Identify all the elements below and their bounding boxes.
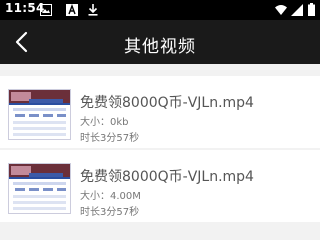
gallery-icon — [40, 4, 52, 16]
video-size-value: 0kb — [110, 117, 129, 128]
text-a-icon — [66, 4, 78, 16]
video-size-label: 大小： — [80, 117, 110, 128]
video-size-label: 大小： — [80, 191, 110, 202]
video-list-item[interactable]: 免费领8000Q币-VJLn.mp4 大小：4.00M 时长3分57秒 — [0, 150, 320, 222]
download-icon — [88, 4, 98, 16]
video-title: 免费领8000Q币-VJLn.mp4 — [80, 169, 254, 185]
video-size-value: 4.00M — [110, 191, 141, 202]
page-title: 其他视频 — [124, 37, 196, 57]
video-title: 免费领8000Q币-VJLn.mp4 — [80, 95, 254, 111]
video-size: 大小：4.00M — [80, 187, 141, 202]
video-duration: 时长3分57秒 — [80, 207, 140, 218]
video-thumbnail — [8, 163, 71, 214]
status-bar: 11:54 — [0, 0, 320, 20]
status-time: 11:54 — [5, 1, 45, 15]
battery-icon — [308, 3, 315, 16]
video-list-item[interactable]: 免费领8000Q币-VJLn.mp4 大小：0kb 时长3分57秒 — [0, 76, 320, 148]
video-thumbnail — [8, 89, 71, 140]
signal-icon — [291, 4, 303, 16]
video-list: 免费领8000Q币-VJLn.mp4 大小：0kb 时长3分57秒 免费领800… — [0, 64, 320, 224]
video-duration: 时长3分57秒 — [80, 133, 140, 144]
title-bar: 其他视频 — [0, 20, 320, 64]
video-size: 大小：0kb — [80, 113, 129, 128]
wifi-icon — [275, 5, 287, 15]
